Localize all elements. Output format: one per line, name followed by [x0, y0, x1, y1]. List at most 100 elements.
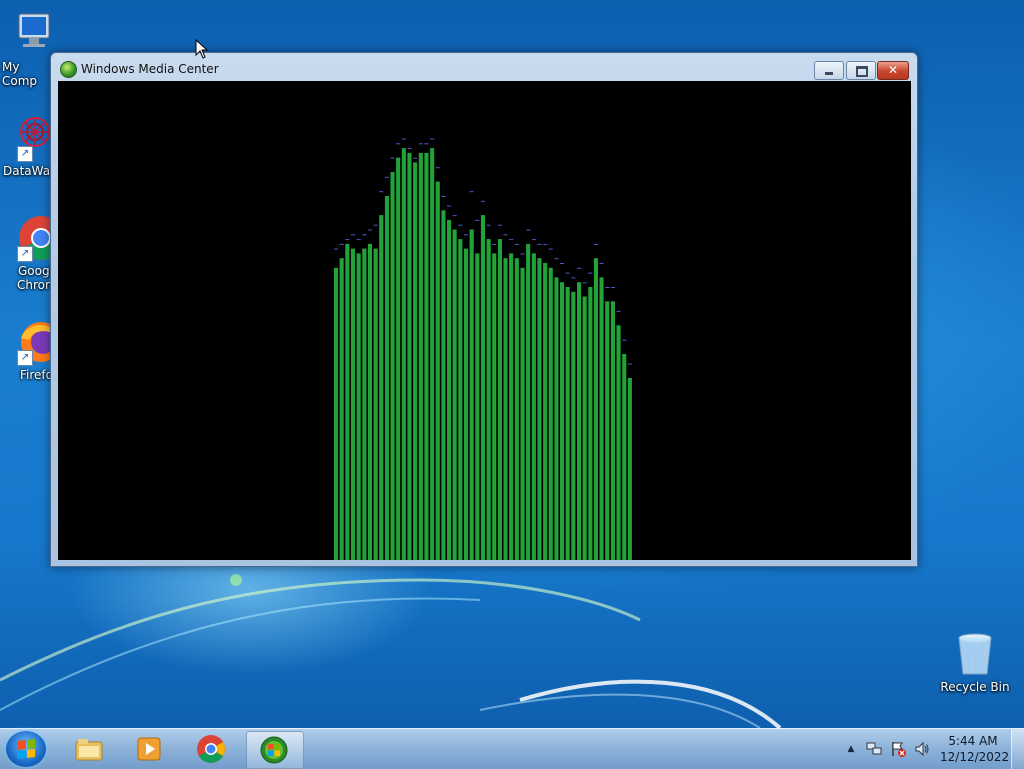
visualizer-bar	[627, 378, 632, 560]
network-icon[interactable]	[866, 741, 882, 757]
visualizer-bar	[350, 248, 355, 560]
desktop-wallpaper-swoosh	[0, 574, 782, 730]
visualizer-peak	[339, 243, 344, 245]
taskbar-chrome-button[interactable]	[184, 731, 240, 767]
media-center-icon	[60, 61, 77, 78]
close-icon: ✕	[887, 63, 899, 77]
media-center-viewport[interactable]	[58, 81, 911, 560]
windows-start-icon	[17, 739, 35, 759]
taskbar-explorer-button[interactable]	[62, 731, 118, 767]
visualizer-peak	[401, 138, 406, 140]
visualizer-peak	[571, 277, 576, 279]
clock-date: 12/12/2022	[940, 750, 1010, 764]
taskbar-clock[interactable]: 5:44 AM 12/12/2022	[940, 733, 1010, 765]
taskbar: ▲ 5:44 AM 12/12/2022	[0, 728, 1024, 769]
desktop-icon-firefox[interactable]: ↗ Firefo	[0, 318, 61, 382]
maximize-button[interactable]	[846, 61, 876, 80]
visualizer-peak	[492, 243, 497, 245]
visualizer-peak	[373, 224, 378, 226]
desktop-icon-label-line2: Chron	[17, 278, 53, 292]
visualizer-peak	[407, 148, 412, 150]
shortcut-arrow-icon: ↗	[17, 350, 33, 366]
window-title: Windows Media Center	[81, 62, 219, 76]
desktop-icon-recycle-bin[interactable]: Recycle Bin	[937, 630, 1013, 694]
visualizer-bar	[435, 181, 440, 560]
visualizer-peak	[610, 287, 615, 288]
minimize-icon	[815, 62, 843, 79]
recycle-bin-icon	[951, 630, 999, 678]
visualizer-peak	[560, 263, 565, 264]
visualizer-peak	[543, 243, 548, 245]
visualizer-peak	[413, 157, 418, 159]
desktop-icon-datawag[interactable]: ↗ DataWag	[0, 114, 58, 178]
visualizer-bar	[622, 354, 627, 560]
visualizer-peak	[390, 157, 395, 159]
visualizer-bar	[424, 152, 429, 560]
visualizer-peak	[447, 205, 452, 207]
visualizer-bar	[407, 152, 412, 560]
visualizer-peak	[367, 229, 372, 231]
visualizer-peak	[627, 363, 632, 365]
start-button[interactable]	[6, 731, 46, 767]
taskbar-media-player-button[interactable]	[122, 731, 178, 767]
visualizer-peak	[605, 287, 610, 288]
visualizer-bar	[396, 157, 401, 560]
window-titlebar[interactable]: Windows Media Center ✕	[51, 53, 917, 81]
visualizer-peak	[475, 219, 480, 221]
visualizer-peak	[424, 143, 429, 145]
chrome-icon	[197, 735, 225, 763]
visualizer-peak	[379, 191, 384, 193]
media-center-window[interactable]: Windows Media Center ✕	[50, 52, 918, 567]
visualizer-bar	[469, 229, 474, 560]
desktop-icon-label: Recycle Bin	[940, 680, 1010, 694]
visualizer-peak	[565, 272, 570, 274]
media-center-icon	[260, 736, 288, 764]
visualizer-peak	[622, 339, 627, 341]
media-player-icon	[137, 737, 161, 761]
taskbar-media-center-button[interactable]	[246, 731, 304, 769]
visualizer-bar	[616, 325, 621, 560]
visualizer-bar	[588, 287, 593, 560]
computer-icon	[5, 10, 53, 58]
visualizer-bar	[543, 263, 548, 560]
visualizer-bar	[464, 248, 469, 560]
visualizer-peak	[418, 143, 423, 145]
visualizer-peak	[616, 310, 621, 312]
desktop-icon-label-line1: Googl	[18, 264, 53, 278]
close-button[interactable]: ✕	[877, 61, 909, 80]
visualizer-peak	[458, 224, 463, 226]
visualizer-peak	[526, 229, 531, 231]
action-center-flag-icon[interactable]	[890, 741, 906, 757]
visualizer-peak	[480, 200, 485, 202]
visualizer-bar	[401, 148, 406, 560]
visualizer-peak	[356, 239, 361, 241]
desktop-icon-google-chrome[interactable]: ↗ Googl Chron	[0, 214, 63, 292]
visualizer-bar	[526, 243, 531, 560]
visualizer-peak	[362, 234, 367, 236]
show-desktop-button[interactable]	[1011, 729, 1024, 769]
visualizer-bar	[582, 296, 587, 560]
visualizer-bar	[373, 248, 378, 560]
visualizer-peak	[350, 234, 355, 236]
visualizer-peak	[503, 234, 508, 236]
visualizer-bar	[447, 219, 452, 560]
visualizer-peak	[537, 243, 542, 245]
maximize-icon	[847, 62, 875, 79]
visualizer-bar	[537, 258, 542, 560]
volume-icon[interactable]	[914, 741, 930, 757]
visualizer-peak	[345, 239, 350, 241]
visualizer-peak	[469, 191, 474, 193]
desktop-icon-label: Firefo	[20, 368, 53, 382]
visualizer-peak	[384, 176, 389, 178]
audio-visualizer	[334, 138, 632, 560]
visualizer-peak	[435, 167, 440, 169]
minimize-button[interactable]	[814, 61, 844, 80]
visualizer-bar	[486, 239, 491, 560]
show-hidden-icons-button[interactable]: ▲	[843, 741, 859, 757]
visualizer-bar	[577, 282, 582, 560]
datawag-icon: ↗	[3, 114, 51, 162]
visualizer-peak	[430, 138, 435, 140]
shortcut-arrow-icon: ↗	[17, 146, 33, 162]
visualizer-bar	[441, 210, 446, 560]
visualizer-bar	[339, 258, 344, 560]
